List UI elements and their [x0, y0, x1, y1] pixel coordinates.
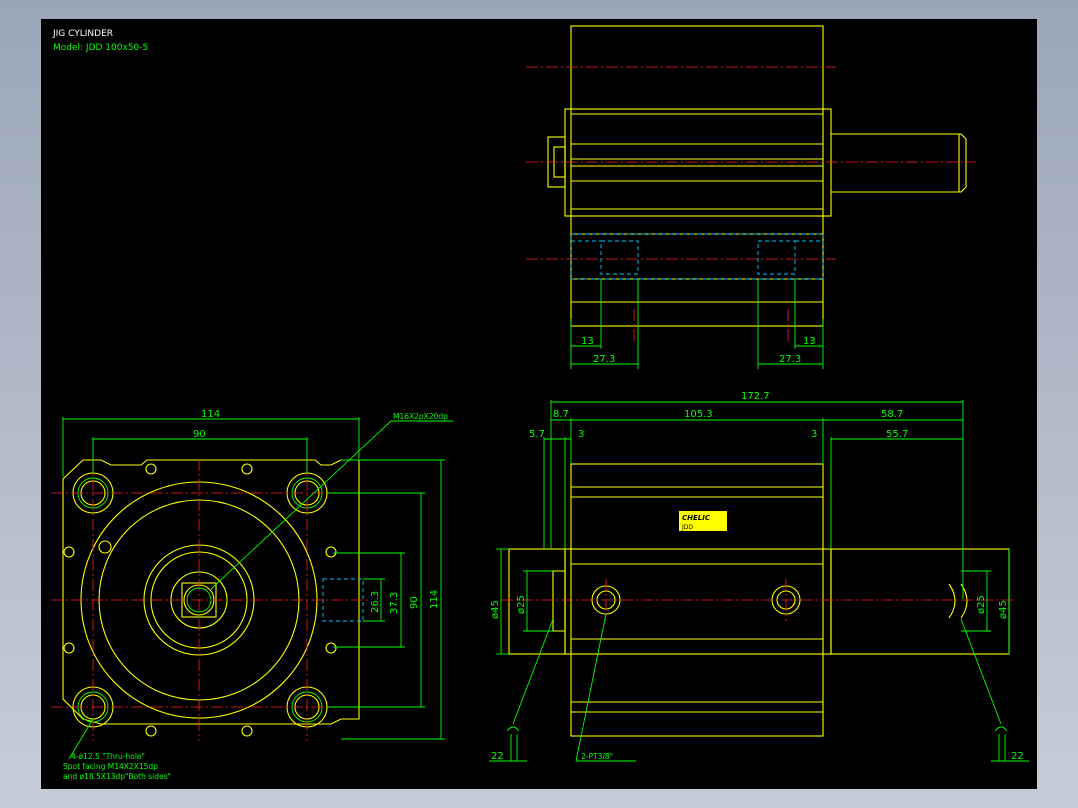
dim-27-3-left: 27.3 — [593, 354, 615, 365]
end-view — [51, 417, 453, 760]
hole-note-2: Spot facing M14X2X15dp — [63, 762, 158, 771]
dim-114-right: 114 — [429, 590, 440, 609]
thread-callout: M16X2pX20dp — [393, 412, 448, 421]
cad-drawing-canvas[interactable]: JIG CYLINDER Model: JDD 100x50-5 13 27.3… — [41, 19, 1037, 789]
dim-55-7: 55.7 — [886, 429, 908, 440]
dim-phi25-left: ø25 — [516, 595, 527, 614]
dim-22-right: 22 — [1011, 751, 1024, 762]
dim-3-left: 3 — [578, 429, 584, 440]
drawing-title: JIG CYLINDER — [52, 29, 113, 39]
dim-114-top: 114 — [201, 409, 220, 420]
dim-13-left: 13 — [581, 336, 594, 347]
top-view — [526, 25, 976, 369]
dim-5-7: 5.7 — [529, 429, 545, 440]
dim-27-3-right: 27.3 — [779, 354, 801, 365]
dim-3-right: 3 — [811, 429, 817, 440]
dim-58-7: 58.7 — [881, 409, 903, 420]
dim-13-right: 13 — [803, 336, 816, 347]
side-view — [489, 400, 1029, 762]
hole-note-1: 4-ø12.5 "Thru-hole" — [71, 752, 145, 761]
dim-phi25-right: ø25 — [976, 595, 987, 614]
dim-37-3: 37.3 — [389, 592, 400, 614]
dim-90-right: 90 — [409, 596, 420, 609]
dim-172-7: 172.7 — [741, 391, 770, 402]
logo-text: CHELIC — [682, 514, 711, 522]
dim-22-left: 22 — [491, 751, 504, 762]
port-note: 2-PT3/8" — [581, 752, 613, 761]
model-label: Model: JDD 100x50-5 — [53, 43, 148, 53]
logo-subtext: JDD — [681, 524, 693, 531]
dim-26-3: 26.3 — [370, 591, 381, 613]
hole-note-3: and ø18.5X13dp"Both sides" — [63, 772, 171, 781]
dim-105-3: 105.3 — [684, 409, 713, 420]
dim-90-top: 90 — [193, 429, 206, 440]
dim-phi45-right: ø45 — [998, 600, 1009, 619]
dim-phi45-left: ø45 — [490, 600, 501, 619]
dim-8-7: 8.7 — [553, 409, 569, 420]
drawing-svg: JIG CYLINDER Model: JDD 100x50-5 13 27.3… — [51, 25, 1029, 781]
